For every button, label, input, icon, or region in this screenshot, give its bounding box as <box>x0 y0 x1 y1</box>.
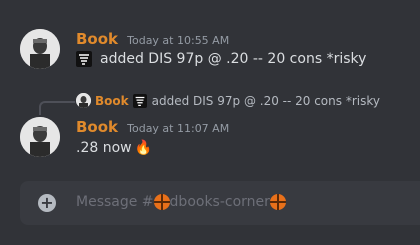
channel-name: dbooks-corner <box>169 194 270 210</box>
message-content: .28 now 🔥 <box>76 140 152 156</box>
message-2: Book Today at 11:07 AM .28 now 🔥 <box>0 110 420 170</box>
reply-reference[interactable]: Book added DIS 97p @ .20 -- 20 cons *ris… <box>76 93 380 108</box>
placeholder-prefix: Message # <box>76 194 154 210</box>
basketball-icon <box>153 194 170 210</box>
tornado-icon <box>132 93 147 108</box>
message-text: added DIS 97p @ .20 -- 20 cons *risky <box>100 51 367 67</box>
message-header: Book Today at 11:07 AM <box>76 117 229 136</box>
reply-text: added DIS 97p @ .20 -- 20 cons *risky <box>151 93 380 108</box>
basketball-icon <box>269 194 286 210</box>
message-input[interactable]: + Message # dbooks-corner <box>20 181 420 225</box>
message-input-placeholder: Message # dbooks-corner <box>76 194 286 210</box>
reply-author[interactable]: Book <box>95 94 129 108</box>
add-attachment-button[interactable]: + <box>38 194 56 212</box>
avatar[interactable] <box>20 29 60 69</box>
message-header: Book Today at 10:55 AM <box>76 29 229 48</box>
timestamp: Today at 11:07 AM <box>127 122 230 135</box>
fire-emoji: 🔥 <box>134 140 153 156</box>
avatar[interactable] <box>20 117 60 157</box>
timestamp: Today at 10:55 AM <box>127 34 230 47</box>
message-1: Book Today at 10:55 AM added DIS 97p @ .… <box>0 0 420 80</box>
author-name[interactable]: Book <box>76 30 118 48</box>
tornado-icon <box>76 51 92 67</box>
reply-avatar <box>76 93 91 108</box>
message-content: added DIS 97p @ .20 -- 20 cons *risky <box>76 51 366 67</box>
message-text: .28 now <box>76 140 132 156</box>
author-name[interactable]: Book <box>76 118 118 136</box>
